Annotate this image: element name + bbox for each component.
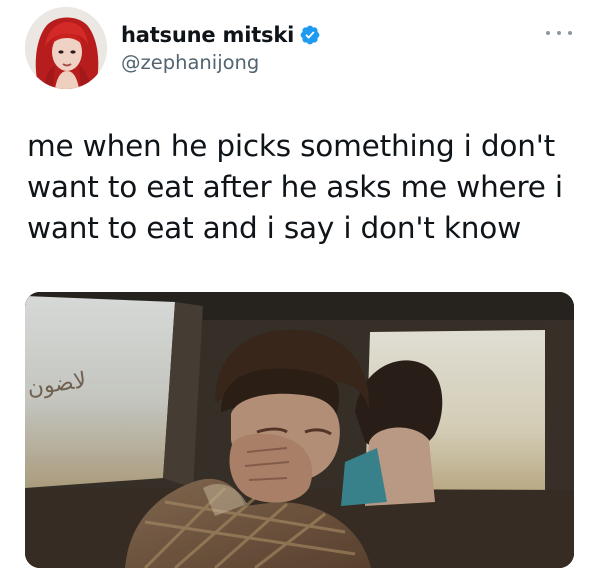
author-handle[interactable]: @zephanijong xyxy=(121,51,259,74)
more-dot xyxy=(568,31,572,35)
verified-badge-icon xyxy=(299,24,321,46)
tweet-media-image[interactable]: ﻻﻀﻮﻥ xyxy=(25,292,574,568)
tweet-text-line: me when he picks something i don't xyxy=(27,129,555,163)
avatar-image xyxy=(25,7,107,89)
tweet-text-line: want to eat and i say i don't know xyxy=(27,211,521,245)
more-horizontal-icon[interactable] xyxy=(546,26,572,40)
tweet-text-line: want to eat after he asks me where i xyxy=(27,170,563,204)
car-scene-image: ﻻﻀﻮﻥ xyxy=(25,292,574,568)
profile-avatar[interactable] xyxy=(25,7,107,89)
more-dot xyxy=(557,31,561,35)
author-name-row[interactable]: hatsune mitski xyxy=(121,21,321,49)
tweet-text: me when he picks something i don't want … xyxy=(27,126,587,249)
author-display-name[interactable]: hatsune mitski xyxy=(121,23,294,47)
more-dot xyxy=(546,31,550,35)
